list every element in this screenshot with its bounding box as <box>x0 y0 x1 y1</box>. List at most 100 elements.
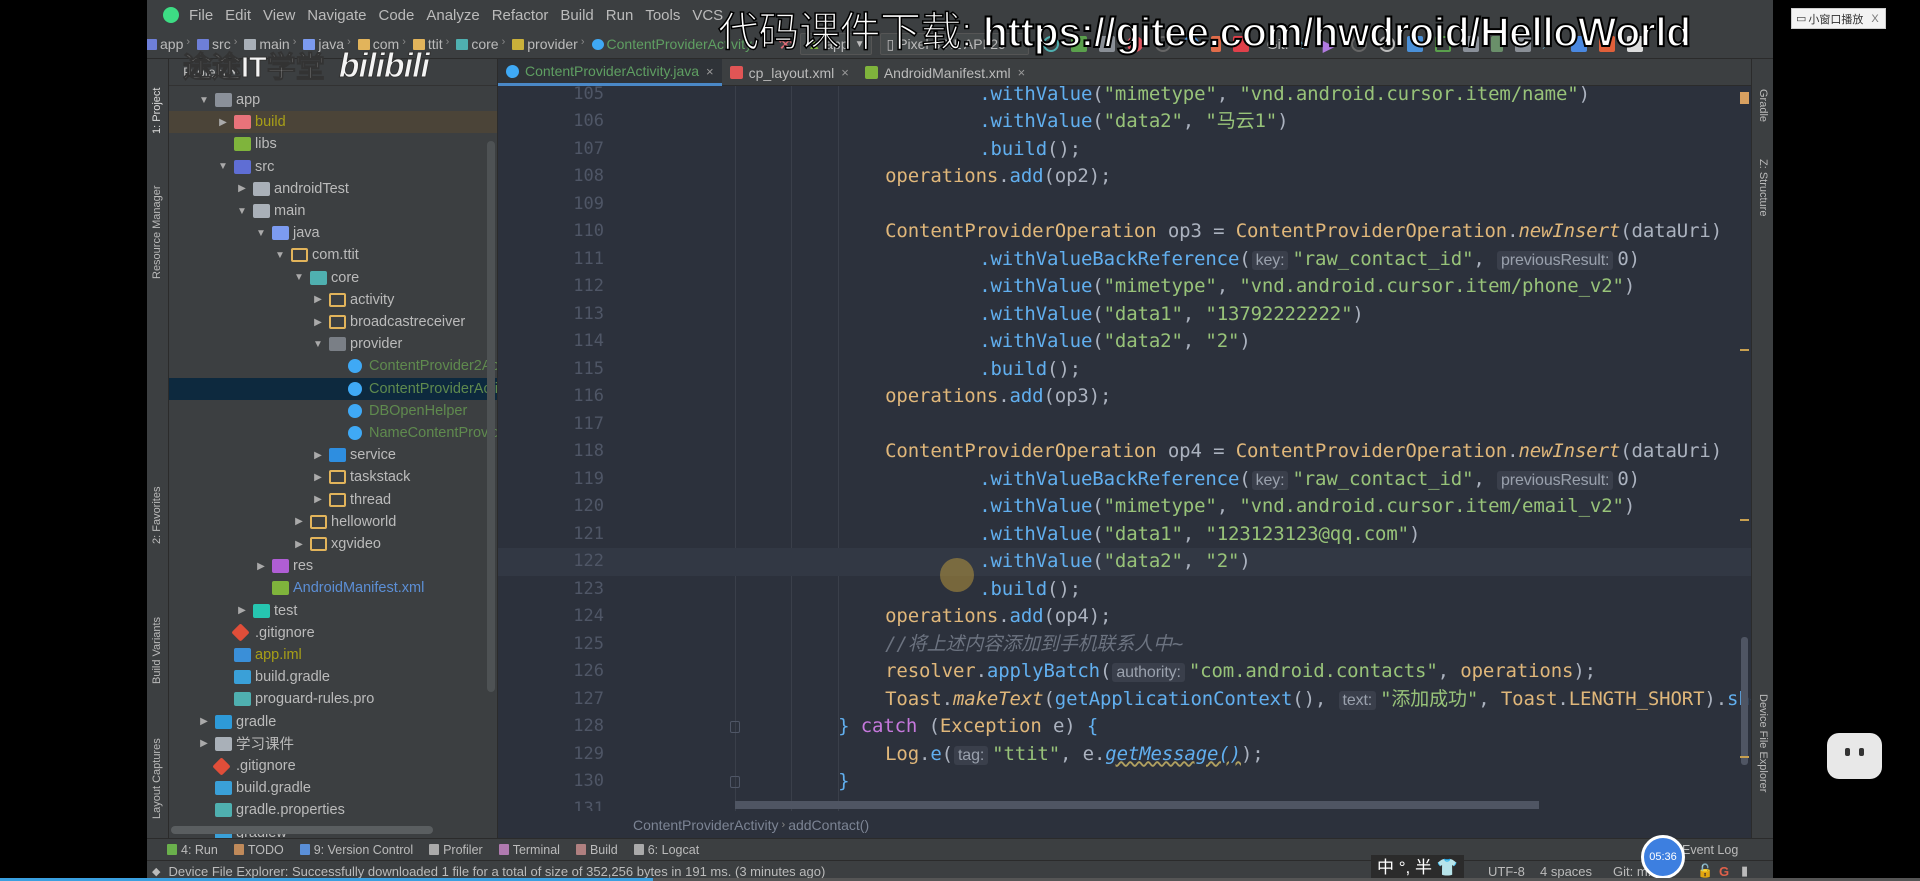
tab-close-icon[interactable]: × <box>706 64 714 79</box>
tab-contentprovideractivity-java[interactable]: ContentProviderActivity.java × <box>498 59 722 86</box>
collapsed-arrow-icon[interactable]: ▶ <box>292 539 306 550</box>
menu-edit[interactable]: Edit <box>225 7 251 24</box>
strip-tab-resource-manager[interactable]: Resource Manager <box>151 185 163 279</box>
tree-item[interactable]: .gitignore <box>169 755 497 777</box>
collapsed-arrow-icon[interactable]: ▶ <box>216 117 230 128</box>
tool-window-todo[interactable]: TODO <box>233 843 284 857</box>
collapsed-arrow-icon[interactable]: ▶ <box>254 561 268 572</box>
breadcrumb-item[interactable]: provider <box>508 36 578 52</box>
tree-item[interactable]: build.gradle <box>169 777 497 799</box>
tree-item[interactable]: ▼ core <box>169 267 497 289</box>
indent-setting[interactable]: 4 spaces <box>1540 864 1592 879</box>
collapsed-arrow-icon[interactable]: ▶ <box>311 472 325 483</box>
project-vertical-scrollbar[interactable] <box>487 141 495 692</box>
editor-vertical-scrollbar[interactable] <box>1741 637 1748 765</box>
strip-tab-layout-captures[interactable]: Layout Captures <box>151 738 163 819</box>
menu-refactor[interactable]: Refactor <box>492 7 549 24</box>
tab-androidmanifest-xml[interactable]: AndroidManifest.xml × <box>857 59 1033 86</box>
collapsed-arrow-icon[interactable]: ▶ <box>311 450 325 461</box>
tab-close-icon[interactable]: × <box>841 65 849 80</box>
tool-window-build[interactable]: Build <box>575 843 618 857</box>
mini-window-close[interactable]: X <box>1871 13 1878 25</box>
tree-item[interactable]: .gitignore <box>169 622 497 644</box>
strip-tab-build-variants[interactable]: Build Variants <box>151 617 163 684</box>
mini-window-button[interactable]: ▭ 小窗口播放 X <box>1791 8 1886 29</box>
lock-icon[interactable]: 🔓 <box>1697 863 1713 879</box>
menu-tools[interactable]: Tools <box>645 7 680 24</box>
tree-item[interactable]: ▶ taskstack <box>169 466 497 488</box>
menu-run[interactable]: Run <box>606 7 634 24</box>
strip-tab-favorites[interactable]: 2: Favorites <box>151 487 163 544</box>
menu-analyze[interactable]: Analyze <box>426 7 479 24</box>
tool-window-6-logcat[interactable]: 6: Logcat <box>633 843 699 857</box>
tree-item[interactable]: ▶ gradle <box>169 711 497 733</box>
tool-window-9-version-control[interactable]: 9: Version Control <box>299 843 413 857</box>
tab-cp-layout-xml[interactable]: cp_layout.xml × <box>722 59 857 86</box>
tree-item[interactable]: gradle.properties <box>169 799 497 821</box>
fold-start-icon[interactable] <box>730 721 740 734</box>
breadcrumb-item[interactable]: core <box>452 36 499 52</box>
collapsed-arrow-icon[interactable]: ▶ <box>311 317 325 328</box>
strip-tab-gradle[interactable]: Gradle <box>1757 89 1769 122</box>
bilibili-tv-icon[interactable] <box>1827 733 1882 779</box>
collapsed-arrow-icon[interactable]: ▶ <box>197 716 211 727</box>
tool-window-4-run[interactable]: 4: Run <box>167 843 218 857</box>
tree-item[interactable]: ▶ xgvideo <box>169 533 497 555</box>
tree-item[interactable]: ▶ res <box>169 555 497 577</box>
tree-item[interactable]: ContentProvider2Activity <box>169 355 497 377</box>
tree-item[interactable]: ▶ build <box>169 111 497 134</box>
tree-item[interactable]: libs <box>169 133 497 155</box>
breadcrumb-item[interactable]: app <box>147 36 183 52</box>
tool-window-profiler[interactable]: Profiler <box>429 843 483 857</box>
tool-window-terminal[interactable]: Terminal <box>498 843 560 857</box>
code-area[interactable]: 105 .withValue("mimetype", "vnd.android.c… <box>498 86 1751 811</box>
tree-item[interactable]: DBOpenHelper <box>169 400 497 422</box>
collapsed-arrow-icon[interactable]: ▶ <box>311 494 325 505</box>
menu-view[interactable]: View <box>263 7 295 24</box>
strip-tab-device-file-explorer[interactable]: Device File Explorer <box>1757 694 1769 792</box>
strip-tab-project[interactable]: 1: Project <box>151 88 163 134</box>
tree-item[interactable]: ▶ helloworld <box>169 511 497 533</box>
tree-item[interactable]: ▶ service <box>169 444 497 466</box>
menu-file[interactable]: File <box>189 7 213 24</box>
tree-item[interactable]: ▼ app <box>169 89 497 111</box>
tree-item[interactable]: ▶ activity <box>169 289 497 311</box>
collapsed-arrow-icon[interactable]: ▶ <box>235 605 249 616</box>
collapsed-arrow-icon[interactable]: ▶ <box>311 294 325 305</box>
tree-item[interactable]: proguard-rules.pro <box>169 688 497 710</box>
strip-tab-structure[interactable]: Z: Structure <box>1757 159 1769 216</box>
expanded-arrow-icon[interactable]: ▼ <box>292 272 306 283</box>
tree-item[interactable]: NameContentProvider <box>169 422 497 444</box>
collapsed-arrow-icon[interactable]: ▶ <box>197 738 211 749</box>
tree-item[interactable]: ▼ provider <box>169 333 497 355</box>
event-log-button[interactable]: Event Log <box>1682 843 1738 857</box>
tree-item[interactable]: ▼ main <box>169 200 497 222</box>
tree-item[interactable]: ▼ src <box>169 156 497 178</box>
editor-horizontal-scrollbar[interactable] <box>735 801 1539 809</box>
tree-item[interactable]: app.iml <box>169 644 497 666</box>
expanded-arrow-icon[interactable]: ▼ <box>235 206 249 217</box>
breadcrumb-class[interactable]: ContentProviderActivity <box>633 817 779 833</box>
menu-navigate[interactable]: Navigate <box>307 7 366 24</box>
tree-item[interactable]: ▼ java <box>169 222 497 244</box>
expanded-arrow-icon[interactable]: ▼ <box>273 250 287 261</box>
google-icon[interactable]: G <box>1719 864 1729 879</box>
tree-item[interactable]: ContentProviderActivity <box>169 377 497 400</box>
tree-item[interactable]: ▶ 学习课件 <box>169 733 497 755</box>
tree-item[interactable]: ▼ com.ttit <box>169 244 497 266</box>
fold-end-icon[interactable] <box>730 776 740 789</box>
collapsed-arrow-icon[interactable]: ▶ <box>235 183 249 194</box>
expanded-arrow-icon[interactable]: ▼ <box>311 339 325 350</box>
menu-code[interactable]: Code <box>378 7 414 24</box>
memory-icon[interactable]: ▮ <box>1741 863 1748 879</box>
tree-item[interactable]: build.gradle <box>169 666 497 688</box>
breadcrumb-method[interactable]: addContact() <box>788 817 869 833</box>
expanded-arrow-icon[interactable]: ▼ <box>216 161 230 172</box>
project-horizontal-scrollbar[interactable] <box>171 826 433 834</box>
expanded-arrow-icon[interactable]: ▼ <box>254 228 268 239</box>
tree-item[interactable]: ▶ test <box>169 600 497 622</box>
tree-item[interactable]: ▶ thread <box>169 489 497 511</box>
file-encoding[interactable]: UTF-8 <box>1488 864 1525 879</box>
tree-item[interactable]: ▶ broadcastreceiver <box>169 311 497 333</box>
menu-build[interactable]: Build <box>560 7 593 24</box>
